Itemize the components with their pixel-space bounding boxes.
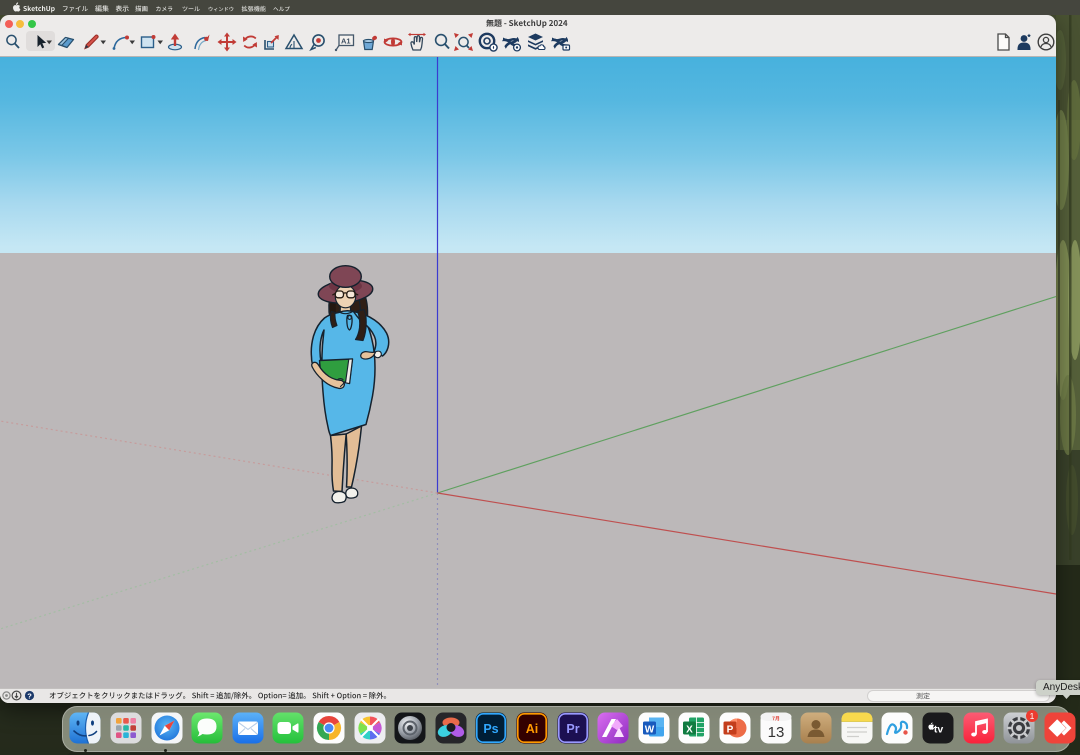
svg-text:13: 13 [767,724,784,741]
svg-text:Pr: Pr [566,722,579,736]
svg-text:1: 1 [1030,711,1035,721]
svg-text:Ai: Ai [526,722,539,736]
svg-text:X: X [686,725,693,736]
svg-text:W: W [644,725,654,736]
svg-text:?: ? [27,691,32,700]
svg-text:tv: tv [934,724,943,736]
svg-text:P: P [727,725,734,736]
svg-text:Ps: Ps [484,722,499,736]
svg-text:A1: A1 [341,36,351,45]
